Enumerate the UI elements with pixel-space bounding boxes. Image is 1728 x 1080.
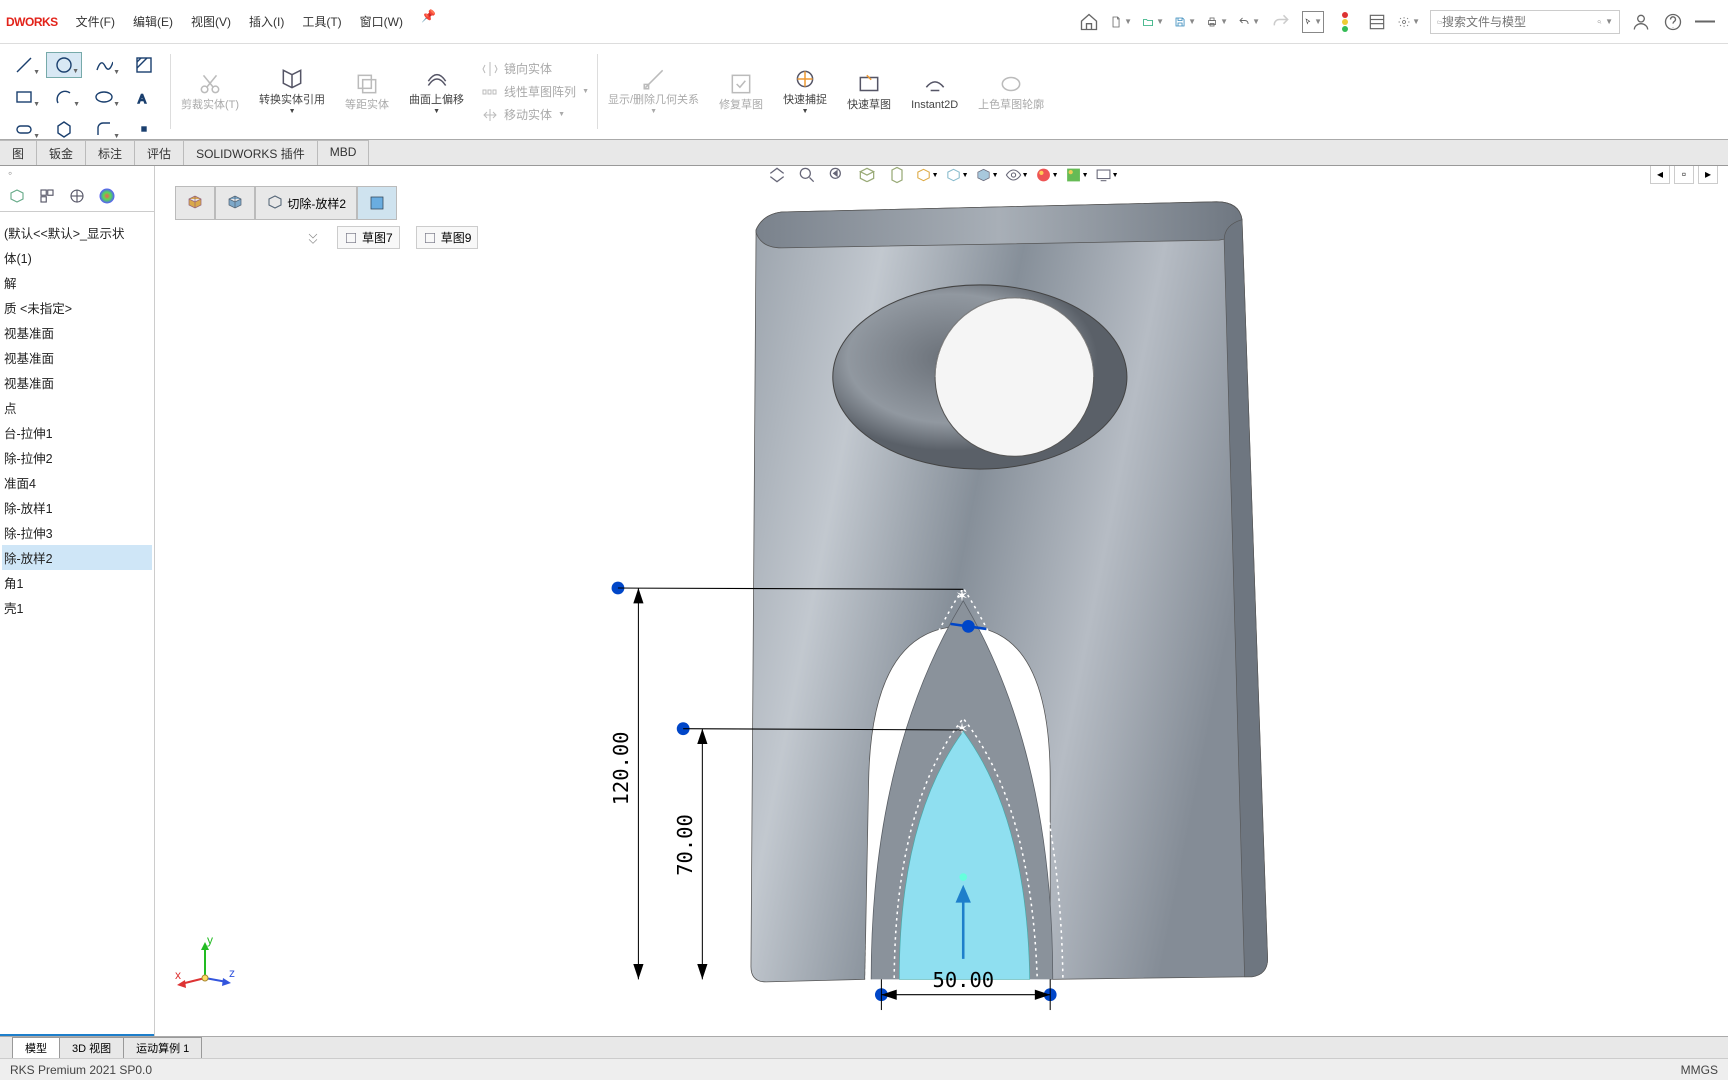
side-tab-config[interactable]	[32, 182, 62, 210]
tab-tu[interactable]: 图	[0, 140, 37, 165]
circle-tool[interactable]: ▼	[46, 52, 82, 78]
trim-group: 剪裁实体(T)	[171, 48, 249, 135]
tree-plane3[interactable]: 视基准面	[2, 370, 152, 395]
tree-extrude1[interactable]: 台-拉伸1	[2, 420, 152, 445]
status-version: RKS Premium 2021 SP0.0	[10, 1063, 152, 1077]
minimize-icon[interactable]: —	[1694, 11, 1716, 33]
slot-tool[interactable]: ▼	[6, 116, 42, 142]
save-icon[interactable]: ▼	[1174, 11, 1196, 33]
dim-70[interactable]: 70.00	[673, 814, 697, 876]
polygon-tool[interactable]	[46, 116, 82, 142]
ellipse-tool[interactable]: ▼	[86, 84, 122, 110]
tree-origin[interactable]: 点	[2, 395, 152, 420]
svg-text:✶: ✶	[956, 721, 969, 738]
feature-tree[interactable]: (默认<<默认>_显示状 体(1) 解 质 <未指定> 视基准面 视基准面 视基…	[0, 212, 154, 628]
offset-entities-group: 等距实体	[335, 48, 399, 135]
instant2d-group[interactable]: Instant2D	[901, 48, 968, 135]
move-item: 移动实体▼	[482, 106, 589, 123]
menu-window[interactable]: 窗口(W)	[354, 9, 409, 34]
dim-50[interactable]: 50.00	[933, 968, 995, 992]
tree-loft2[interactable]: 除-放样2	[2, 545, 152, 570]
menu-tools[interactable]: 工具(T)	[296, 9, 347, 34]
form-icon[interactable]	[1366, 11, 1388, 33]
tab-evaluate[interactable]: 评估	[135, 140, 184, 165]
tree-material[interactable]: 质 <未指定>	[2, 295, 152, 320]
panel-dot: ◦	[8, 166, 12, 180]
point-tool[interactable]	[126, 116, 162, 142]
quick-sketch-group[interactable]: 快速草图	[837, 48, 901, 135]
redo-icon[interactable]	[1270, 11, 1292, 33]
tree-root[interactable]: (默认<<默认>_显示状	[2, 220, 152, 245]
side-tab-appearance[interactable]	[92, 182, 122, 210]
menu-view[interactable]: 视图(V)	[185, 9, 237, 34]
side-tab-assembly[interactable]	[2, 182, 32, 210]
btab-motion[interactable]: 运动算例 1	[123, 1037, 202, 1058]
fillet-tool[interactable]: ▼	[86, 116, 122, 142]
new-icon[interactable]: ▼	[1110, 11, 1132, 33]
svg-text:✶: ✶	[956, 588, 969, 605]
search-box[interactable]: ▼	[1430, 10, 1620, 34]
tab-addins[interactable]: SOLIDWORKS 插件	[184, 140, 318, 165]
repair-sketch-group: 修复草图	[709, 48, 773, 135]
menu-file[interactable]: 文件(F)	[70, 9, 121, 34]
home-icon[interactable]	[1078, 11, 1100, 33]
svg-text:y: y	[207, 936, 213, 947]
tab-mbd[interactable]: MBD	[318, 140, 370, 165]
svg-text:x: x	[175, 968, 181, 982]
model-viewport[interactable]: ✶ ✶ 120.00 70.00	[155, 166, 1728, 1036]
surface-offset-group[interactable]: 曲面上偏移▼	[399, 48, 474, 135]
dim-120[interactable]: 120.00	[609, 732, 633, 806]
help-icon[interactable]	[1662, 11, 1684, 33]
hatch-tool[interactable]	[126, 52, 162, 78]
menu-insert[interactable]: 插入(I)	[243, 9, 290, 34]
user-icon[interactable]	[1630, 11, 1652, 33]
tree-shell[interactable]: 壳1	[2, 595, 152, 620]
menu-edit[interactable]: 编辑(E)	[127, 9, 179, 34]
search-input[interactable]	[1442, 15, 1597, 29]
tree-plane2[interactable]: 视基准面	[2, 345, 152, 370]
mirror-item: 镜向实体	[482, 60, 589, 77]
side-tab-display[interactable]	[62, 182, 92, 210]
line-tool[interactable]: ▼	[6, 52, 42, 78]
tree-loft1[interactable]: 除-放样1	[2, 495, 152, 520]
show-relations-group: 显示/删除几何关系▼	[598, 48, 709, 135]
svg-text:z: z	[229, 966, 235, 980]
quick-snap-group[interactable]: 快速捕捉▼	[773, 48, 837, 135]
tree-plane1[interactable]: 视基准面	[2, 320, 152, 345]
btab-model[interactable]: 模型	[12, 1037, 60, 1058]
undo-icon[interactable]: ▼	[1238, 11, 1260, 33]
status-units[interactable]: MMGS	[1681, 1063, 1718, 1077]
orientation-triad[interactable]: y x z	[175, 936, 235, 996]
tree-cut3[interactable]: 除-拉伸3	[2, 520, 152, 545]
tree-fillet[interactable]: 角1	[2, 570, 152, 595]
tab-sheetmetal[interactable]: 钣金	[37, 140, 86, 165]
arc-tool[interactable]: ▼	[46, 84, 82, 110]
tree-body[interactable]: 体(1)	[2, 245, 152, 270]
rectangle-tool[interactable]: ▼	[6, 84, 42, 110]
svg-text:A: A	[138, 92, 146, 106]
tab-annotate[interactable]: 标注	[86, 140, 135, 165]
linear-pattern-item: 线性草图阵列▼	[482, 83, 589, 100]
traffic-light-icon[interactable]	[1334, 11, 1356, 33]
print-icon[interactable]: ▼	[1206, 11, 1228, 33]
open-icon[interactable]: ▼	[1142, 11, 1164, 33]
text-tool[interactable]: A	[126, 84, 162, 110]
tree-plane4[interactable]: 准面4	[2, 470, 152, 495]
color-sketch-group: 上色草图轮廓	[968, 48, 1054, 135]
select-icon[interactable]: ▼	[1302, 11, 1324, 33]
spline-tool[interactable]: ▼	[86, 52, 122, 78]
btab-3dview[interactable]: 3D 视图	[59, 1037, 124, 1058]
convert-group[interactable]: 转换实体引用▼	[249, 48, 335, 135]
settings-icon[interactable]: ▼	[1398, 11, 1420, 33]
app-logo: DWORKS	[0, 13, 70, 30]
tree-n2[interactable]: 解	[2, 270, 152, 295]
tree-cut2[interactable]: 除-拉伸2	[2, 445, 152, 470]
pin-icon[interactable]: 📌	[421, 9, 436, 34]
